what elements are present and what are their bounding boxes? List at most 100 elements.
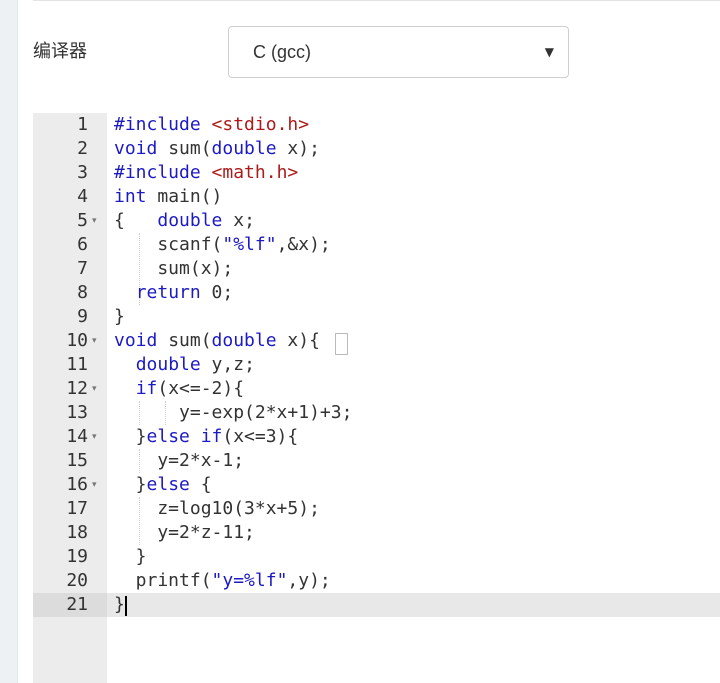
compiler-selected-value: C (gcc) [253, 42, 311, 62]
line-number: 5 [77, 210, 88, 231]
code-token: #include [114, 114, 212, 135]
compiler-select[interactable]: C (gcc) ▼ [228, 26, 569, 78]
fold-toggle-icon[interactable]: ▾ [92, 209, 97, 233]
code-text: int main() [114, 185, 222, 209]
code-token: <stdio.h> [211, 114, 310, 135]
code-line[interactable]: 10 ▾ void sum(double x){ [33, 329, 720, 353]
code-line[interactable]: 14 ▾ }else if(x<=3){ [33, 425, 720, 449]
fold-toggle-icon[interactable]: ▾ [92, 425, 97, 449]
code-token: void [114, 330, 158, 351]
code-token: "y=%lf" [211, 570, 288, 591]
code-line[interactable]: 17 z=log10(3*x+5); [33, 497, 720, 521]
code-token: ,y); [287, 570, 331, 591]
line-number: 10 [66, 330, 88, 351]
code-token: printf( [114, 570, 212, 591]
line-number: 14 [66, 426, 88, 447]
code-text: double y,z; [114, 353, 255, 377]
code-line[interactable]: 19 } [33, 545, 720, 569]
line-number: 4 [77, 186, 88, 207]
chevron-down-icon[interactable]: ▼ [545, 43, 554, 61]
code-token: main() [146, 186, 223, 207]
code-text: if(x<=-2){ [114, 377, 244, 401]
code-token: double [157, 210, 223, 231]
code-text: }else if(x<=3){ [114, 425, 299, 449]
code-token: double [211, 138, 277, 159]
code-token: sum( [157, 330, 212, 351]
line-number: 21 [66, 594, 88, 615]
code-text: y=2*x-1; [114, 449, 244, 473]
code-text: y=-exp(2*x+1)+3; [114, 401, 352, 425]
code-line[interactable]: 8 return 0; [33, 281, 720, 305]
code-line[interactable]: 13 y=-exp(2*x+1)+3; [33, 401, 720, 425]
code-text: void sum(double x){ [114, 329, 320, 353]
code-token: x){ [276, 330, 320, 351]
code-text: #include <stdio.h> [114, 113, 309, 137]
line-number: 1 [77, 114, 88, 135]
code-token: return [135, 282, 201, 303]
code-line[interactable]: 20 printf("y=%lf",y); [33, 569, 720, 593]
compiler-label: 编译器 [33, 41, 87, 62]
code-token: void [114, 138, 158, 159]
line-number: 13 [66, 402, 88, 423]
code-line[interactable]: 12 ▾ if(x<=-2){ [33, 377, 720, 401]
line-number: 17 [66, 498, 88, 519]
code-text: return 0; [114, 281, 234, 305]
code-line[interactable]: 9} [33, 305, 720, 329]
code-token: sum( [157, 138, 212, 159]
code-text: z=log10(3*x+5); [114, 497, 320, 521]
code-text: } [114, 593, 125, 617]
fold-toggle-icon[interactable]: ▾ [92, 377, 97, 401]
line-number: 6 [77, 234, 88, 255]
code-token: (x<=3){ [222, 426, 299, 447]
code-token: (x<=-2){ [157, 378, 245, 399]
code-line[interactable]: 16 ▾ }else { [33, 473, 720, 497]
code-text: } [114, 305, 125, 329]
fold-toggle-icon[interactable]: ▾ [92, 329, 97, 353]
code-line[interactable]: 18 y=2*z-11; [33, 521, 720, 545]
code-line[interactable]: 11 double y,z; [33, 353, 720, 377]
code-token: else [146, 474, 190, 495]
code-token: y=-exp(2*x+1)+3; [114, 402, 353, 423]
code-line[interactable]: 3 #include <math.h> [33, 161, 720, 185]
code-token: } [114, 426, 147, 447]
code-line[interactable]: 5 ▾ { double x; [33, 209, 720, 233]
line-number: 9 [77, 306, 88, 327]
code-token: x; [222, 210, 255, 231]
code-line[interactable]: 1 #include <stdio.h> [33, 113, 720, 137]
code-line[interactable]: 21} [33, 593, 720, 617]
code-token: 0; [200, 282, 234, 303]
code-token: { [114, 210, 158, 231]
fold-toggle-icon[interactable]: ▾ [92, 473, 97, 497]
code-token: double [135, 354, 201, 375]
code-line[interactable]: 4 int main() [33, 185, 720, 209]
line-number: 16 [66, 474, 88, 495]
line-number: 3 [77, 162, 88, 183]
code-text: printf("y=%lf",y); [114, 569, 331, 593]
code-editor[interactable]: 1 #include <stdio.h> 2 void sum(double x); 3… [33, 113, 720, 683]
code-text: }else { [114, 473, 212, 497]
code-token: if [135, 378, 158, 399]
code-token: } [114, 474, 147, 495]
matching-bracket-highlight [335, 333, 348, 355]
code-line[interactable]: 7 sum(x); [33, 257, 720, 281]
line-number: 2 [77, 138, 88, 159]
line-number: 7 [77, 258, 88, 279]
line-number: 19 [66, 546, 88, 567]
code-token: #include [114, 162, 212, 183]
code-token: sum(x); [114, 258, 234, 279]
line-number: 20 [66, 570, 88, 591]
code-line[interactable]: 15 y=2*x-1; [33, 449, 720, 473]
code-token: scanf( [114, 234, 223, 255]
code-token: else if [146, 426, 223, 447]
code-token: } [114, 306, 125, 327]
code-token: y,z; [200, 354, 255, 375]
text-cursor [125, 596, 127, 616]
code-text: } [114, 545, 147, 569]
code-line[interactable]: 6 scanf("%lf",&x); [33, 233, 720, 257]
code-text: y=2*z-11; [114, 521, 255, 545]
line-number: 11 [66, 354, 88, 375]
code-text: scanf("%lf",&x); [114, 233, 330, 257]
code-line[interactable]: 2 void sum(double x); [33, 137, 720, 161]
